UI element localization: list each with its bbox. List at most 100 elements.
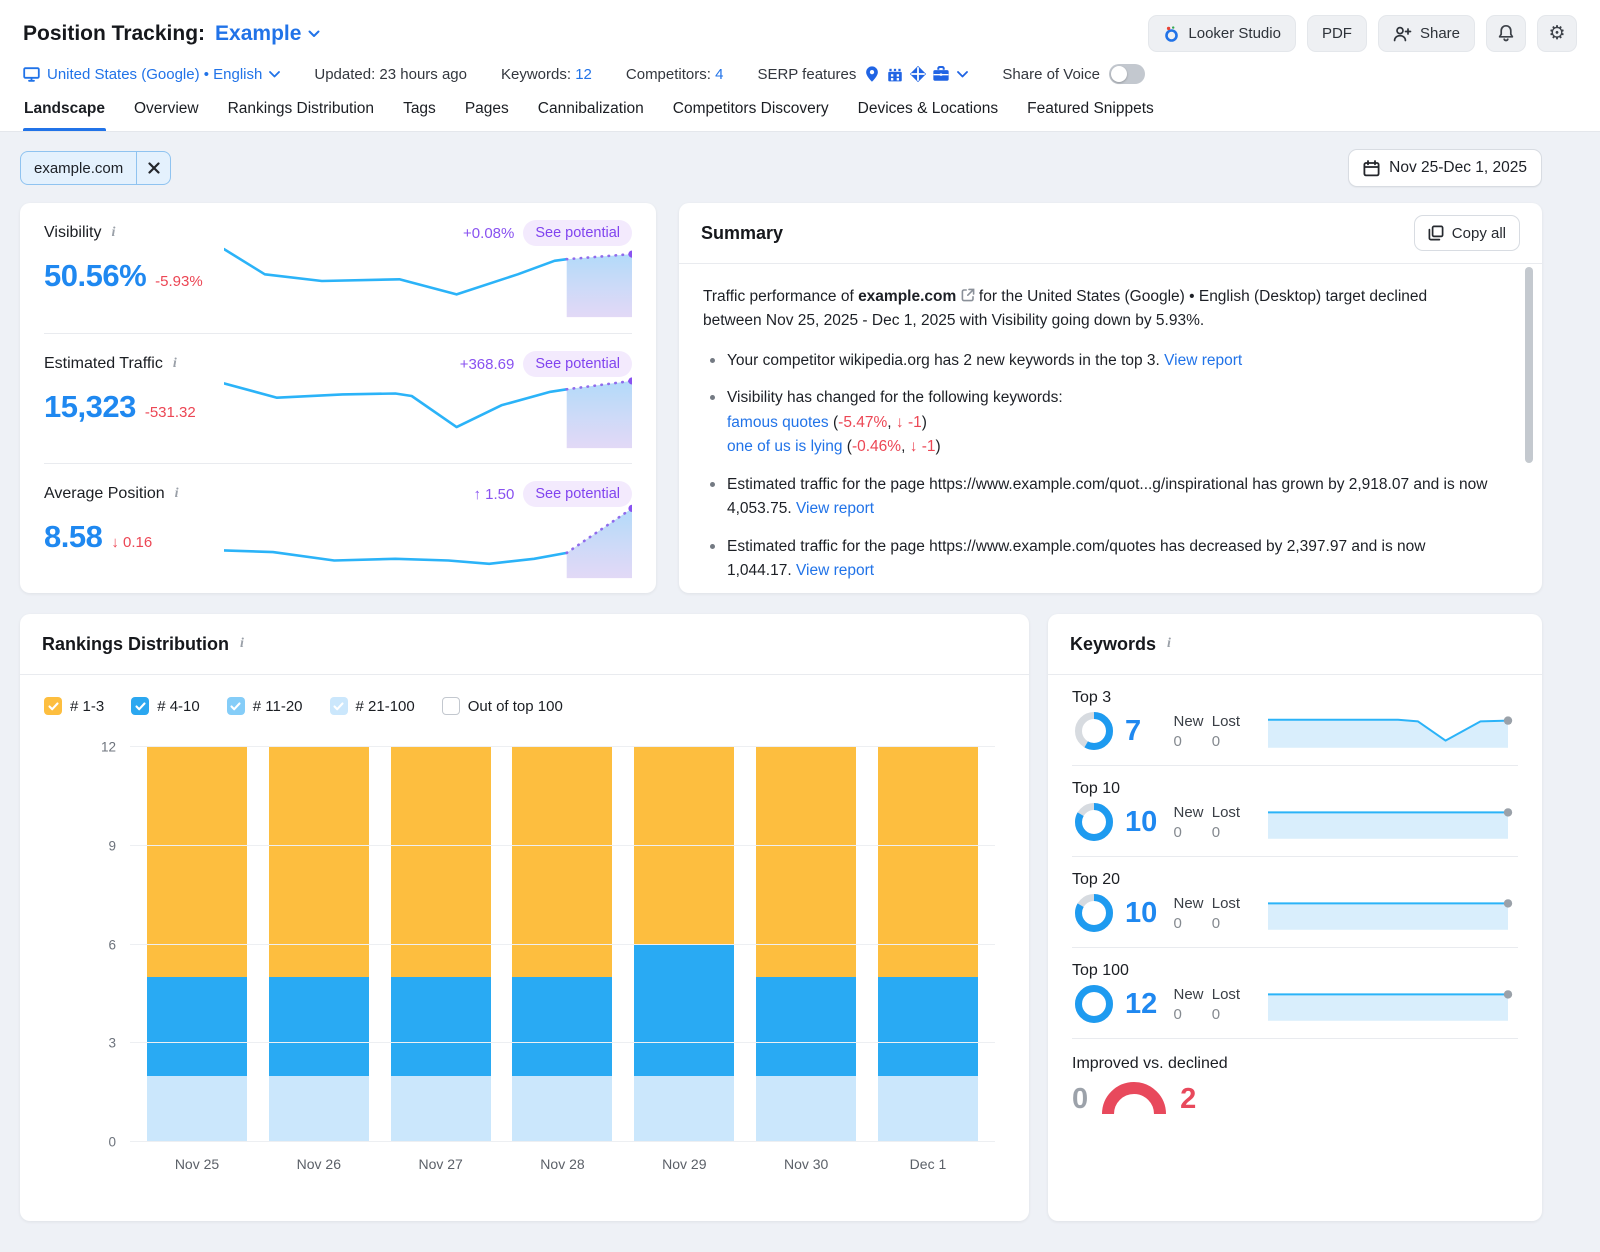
keyword-row-line: 7 New 0 Lost 0 (1072, 709, 1518, 753)
serp-features-group[interactable]: SERP features (757, 65, 969, 83)
legend-item--1-3[interactable]: # 1-3 (44, 697, 104, 715)
new-label: New (1173, 803, 1204, 821)
bar-nov-30 (756, 747, 857, 1142)
keyword-count: 12 (1125, 987, 1158, 1020)
header-actions: Looker Studio PDF Share ⚙ (1148, 15, 1577, 52)
checkbox-checked[interactable] (44, 697, 62, 715)
tab-overview[interactable]: Overview (133, 100, 200, 131)
info-icon[interactable]: i (238, 636, 246, 652)
tab-pages[interactable]: Pages (464, 100, 510, 131)
checkbox-checked[interactable] (226, 697, 245, 715)
legend-item--11-20[interactable]: # 11-20 (226, 697, 303, 715)
legend-item-out-of-top-100[interactable]: Out of top 100 (441, 697, 563, 715)
external-link-icon[interactable] (961, 288, 975, 302)
keyword-sparkline-box (1268, 893, 1518, 933)
target-selector[interactable]: United States (Google) • English (23, 66, 281, 83)
settings-button[interactable]: ⚙ (1537, 15, 1577, 52)
keyword-row-line: 10 New 0 Lost 0 (1072, 800, 1518, 844)
summary-card: Summary Copy all Traffic performance of … (679, 203, 1542, 593)
summary-bullet: Visibility has changed for the following… (703, 386, 1490, 459)
tab-cannibalization[interactable]: Cannibalization (537, 100, 645, 131)
tab-competitors-discovery[interactable]: Competitors Discovery (672, 100, 830, 131)
looker-studio-icon (1165, 25, 1179, 42)
metric-delta: -5.93% (155, 273, 203, 290)
metric-value: 50.56% (44, 258, 147, 293)
checkbox-checked[interactable] (329, 697, 348, 715)
tab-landscape[interactable]: Landscape (23, 100, 106, 131)
keyword-row-label: Top 10 (1072, 780, 1121, 797)
chip-label: example.com (34, 159, 124, 177)
metric-label-group: Estimated Traffic i (44, 355, 179, 373)
keyword-count: 10 (1125, 896, 1158, 929)
scrollbar-thumb[interactable] (1525, 267, 1533, 463)
summary-body: Traffic performance of example.com for t… (679, 264, 1542, 593)
gridline (130, 746, 995, 747)
info-icon[interactable]: i (110, 225, 118, 241)
summary-bullet: Your competitor wikipedia.org has 2 new … (703, 349, 1490, 373)
tab-devices-locations[interactable]: Devices & Locations (857, 100, 999, 131)
bar-segment-4-10 (756, 977, 857, 1077)
pdf-button[interactable]: PDF (1306, 15, 1367, 52)
project-selector[interactable]: Example (215, 22, 320, 46)
competitors-value-link[interactable]: 4 (715, 66, 723, 83)
toggle-knob (1110, 66, 1127, 82)
share-button[interactable]: Share (1377, 15, 1475, 52)
looker-studio-button[interactable]: Looker Studio (1148, 15, 1296, 52)
keyword-change-pct: -0.46% (851, 438, 902, 456)
share-person-plus-icon (1393, 26, 1412, 41)
share-label: Share (1419, 25, 1460, 42)
y-tick-label: 3 (108, 1035, 116, 1051)
lost-label: Lost (1211, 712, 1241, 730)
bar-nov-29 (634, 747, 735, 1142)
checkbox-unchecked[interactable] (441, 697, 460, 715)
tab-featured-snippets[interactable]: Featured Snippets (1026, 100, 1155, 131)
summary-bullet: Estimated traffic for the page https://w… (703, 535, 1490, 584)
view-report-link[interactable]: View report (796, 562, 874, 579)
view-report-link[interactable]: View report (1164, 352, 1242, 369)
keywords-title: Keywords (1070, 633, 1157, 654)
chevron-down-icon[interactable] (957, 70, 969, 78)
metric-label-group: Visibility i (44, 224, 117, 242)
legend-item--4-10[interactable]: # 4-10 (131, 697, 200, 715)
keyword-link[interactable]: famous quotes (727, 414, 829, 431)
checkbox-checked[interactable] (131, 697, 150, 715)
bar-segment-21-100 (634, 1076, 735, 1142)
keyword-change-pos: ↓ -1 (895, 413, 922, 431)
lost-value: 0 (1211, 732, 1221, 750)
notifications-button[interactable] (1486, 15, 1526, 52)
view-report-link[interactable]: View report (796, 500, 874, 517)
legend-label: Out of top 100 (467, 697, 563, 715)
keywords-label: Keywords: (501, 65, 572, 83)
keyword-rows: Top 3 7 New 0 Lost 0 Top 10 10 New 0 Lost 0 Top 20 10… (1048, 675, 1542, 1039)
bar-dec-1 (877, 747, 978, 1142)
serp-features-label: SERP features (757, 65, 857, 83)
keyword-row-top-10: Top 10 10 New 0 Lost 0 (1072, 766, 1518, 857)
gridline (130, 1042, 995, 1044)
donut-group: 7 (1072, 709, 1173, 753)
legend-item--21-100[interactable]: # 21-100 (329, 697, 415, 715)
sitelinks-diamond-icon (910, 65, 927, 83)
chevron-down-icon (308, 30, 320, 37)
project-name: Example (215, 21, 302, 45)
tab-rankings-distribution[interactable]: Rankings Distribution (227, 100, 375, 131)
info-icon[interactable]: i (171, 356, 179, 372)
chip-remove-button[interactable] (136, 152, 170, 184)
metric-sparkline (222, 504, 636, 579)
bar-nov-28 (512, 747, 613, 1142)
info-icon[interactable]: i (1165, 636, 1173, 652)
jobs-briefcase-icon (933, 66, 950, 81)
tab-tags[interactable]: Tags (402, 100, 437, 131)
bar-segment-1-3 (634, 747, 735, 945)
gridline (130, 943, 995, 945)
info-icon[interactable]: i (173, 486, 181, 502)
date-range-picker[interactable]: Nov 25-Dec 1, 2025 (1348, 149, 1542, 187)
copy-all-button[interactable]: Copy all (1413, 215, 1520, 251)
metric-value-group: 50.56% -5.93% (44, 258, 203, 294)
keywords-value-link[interactable]: 12 (575, 66, 592, 83)
check-icon (135, 701, 146, 710)
x-axis-label: Nov 29 (662, 1156, 707, 1172)
domain-filter-chip[interactable]: example.com (20, 151, 172, 185)
summary-bullet: Estimated traffic for the page https://w… (703, 473, 1490, 522)
share-of-voice-toggle[interactable] (1108, 64, 1145, 84)
keyword-link[interactable]: one of us is lying (727, 438, 842, 455)
